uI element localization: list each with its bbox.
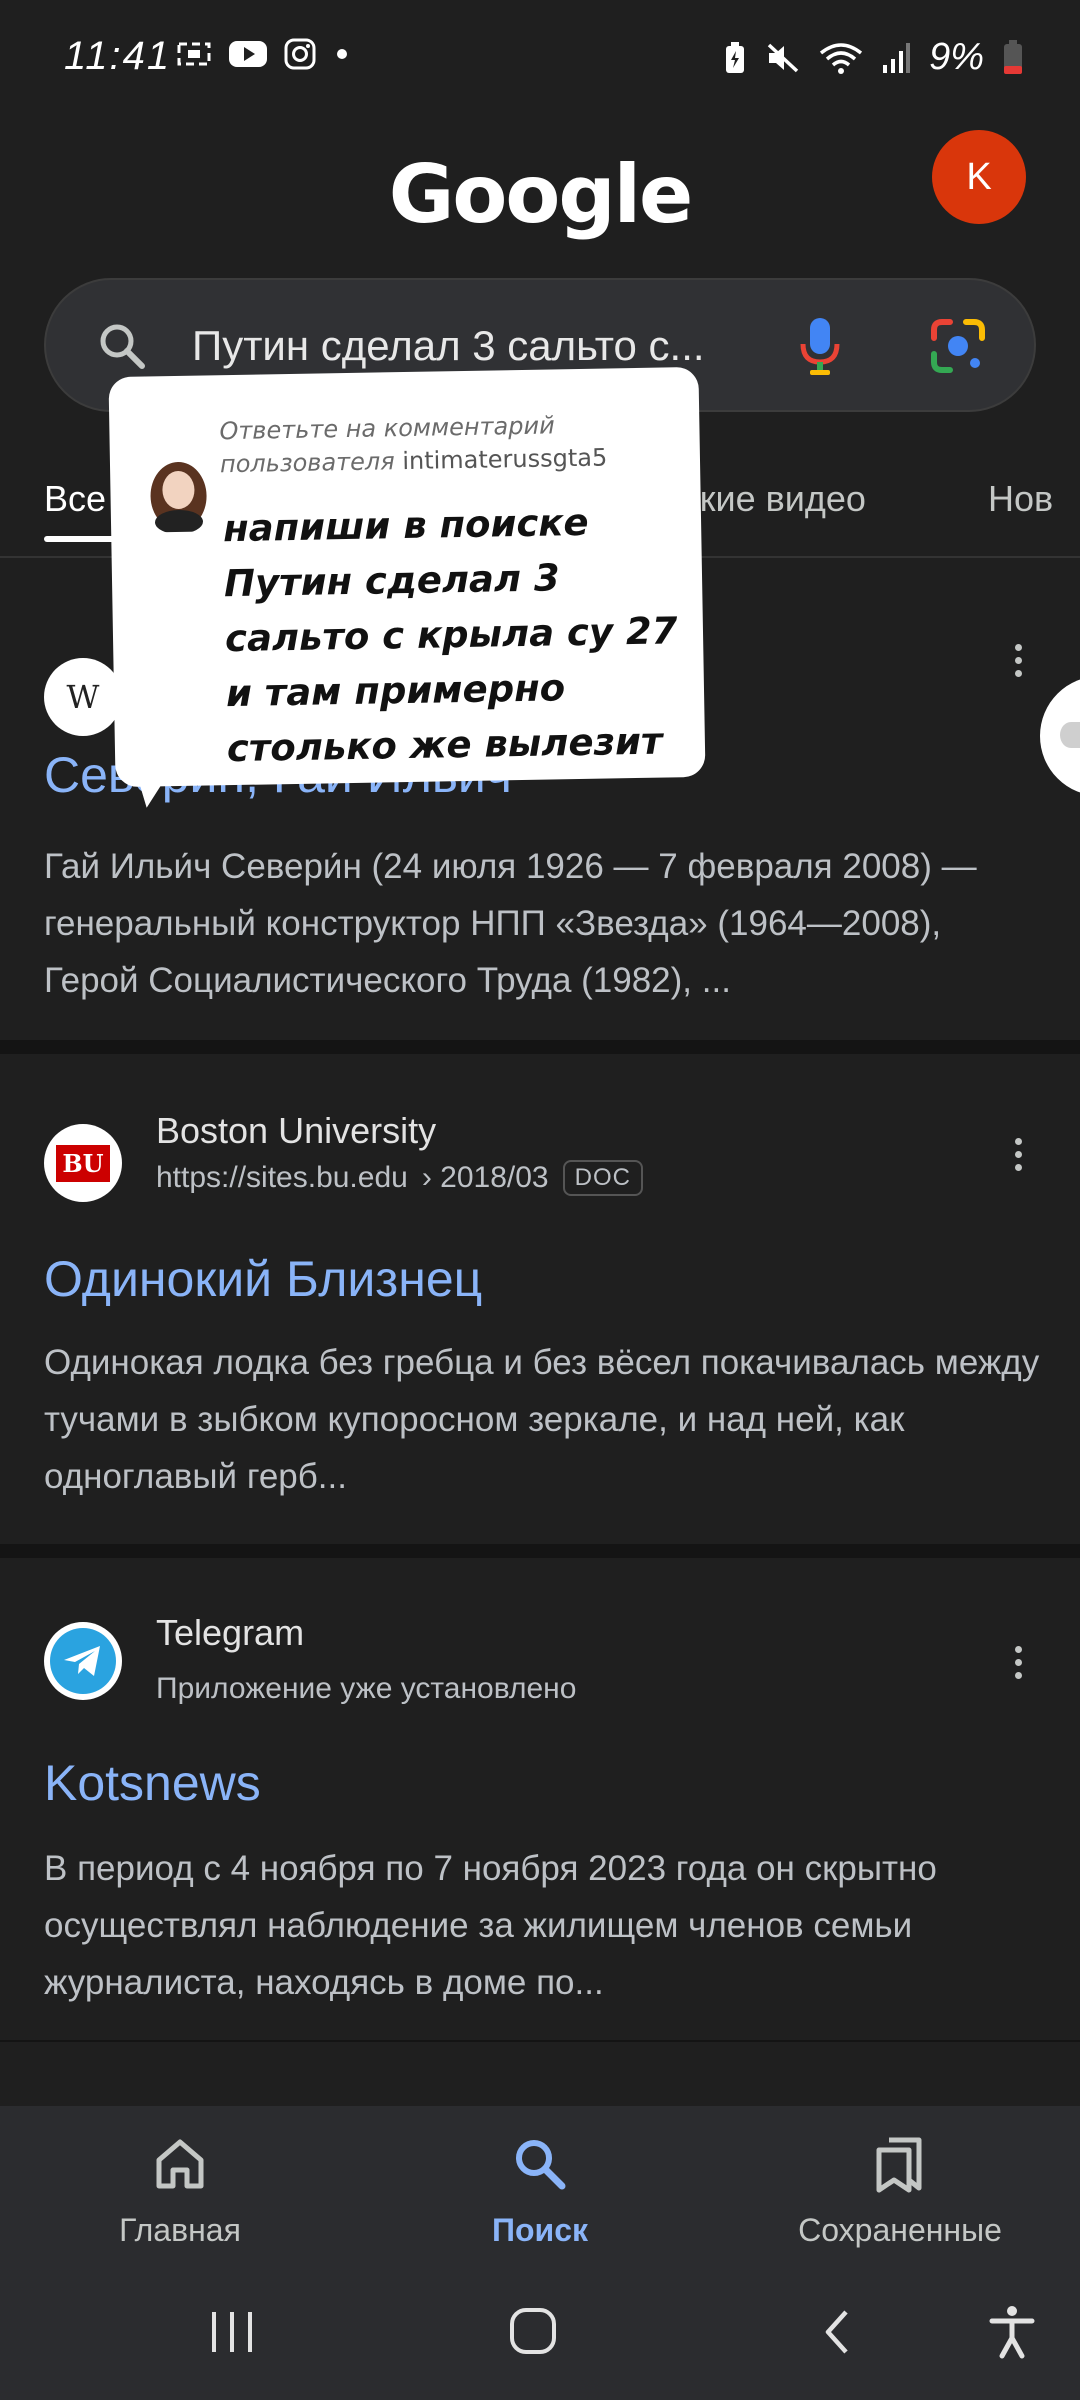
more-options-icon[interactable] (1006, 644, 1030, 677)
result-url: https://sites.bu.edu › 2018/03 DOC (156, 1160, 643, 1196)
tab-news[interactable]: Нов (988, 478, 1053, 520)
result-url-path: › 2018/03 (421, 1161, 549, 1194)
telegram-icon (44, 1622, 122, 1700)
comment-reply-overlay: Ответьте на комментарий пользователя int… (108, 366, 706, 788)
result-site-name[interactable]: Boston University (156, 1110, 436, 1152)
result-site-name[interactable]: Telegram (156, 1612, 304, 1654)
result-app-status: Приложение уже установлено (156, 1672, 577, 1705)
tab-all[interactable]: Все (44, 478, 106, 520)
wikipedia-logo-text: W (66, 678, 100, 716)
saved-icon (876, 2137, 922, 2193)
status-system-icons: 9% (723, 36, 1024, 79)
bu-logo-text: BU (56, 1144, 110, 1182)
result-snippet: В период с 4 ноября по 7 ноября 2023 год… (44, 1849, 937, 2002)
home-button-icon[interactable] (506, 2302, 562, 2362)
status-bar: 11:41 9% (0, 0, 1080, 120)
accessibility-icon[interactable] (984, 2302, 1040, 2362)
battery-percent: 9% (929, 36, 984, 78)
result-snippet: Гай Ильи́ч Севери́н (24 июля 1926 — 7 фе… (44, 847, 977, 1000)
search-result: Telegram Приложение уже установлено Kots… (0, 1558, 1080, 2038)
status-notification-icons (176, 38, 352, 70)
more-options-icon[interactable] (1006, 1138, 1030, 1171)
signal-icon (883, 42, 911, 73)
search-result: BU Boston University https://sites.bu.ed… (0, 1054, 1080, 1544)
google-logo: Google (388, 148, 694, 241)
system-navigation-bar (0, 2276, 1080, 2400)
recent-apps-icon[interactable] (204, 2302, 260, 2362)
search-query[interactable]: Путин сделал 3 сальто с... (192, 322, 705, 370)
more-options-icon[interactable] (1006, 1646, 1030, 1679)
result-separator (0, 2040, 1080, 2106)
nav-search[interactable]: Поиск (360, 2106, 720, 2276)
mute-icon (767, 43, 799, 72)
nav-saved[interactable]: Сохраненные (720, 2106, 1080, 2276)
nav-home[interactable]: Главная (0, 2106, 360, 2276)
wikipedia-icon: W (44, 658, 122, 736)
youtube-icon (229, 41, 267, 67)
screen-record-icon (177, 42, 211, 66)
result-url-domain: https://sites.bu.edu (156, 1161, 408, 1194)
nav-home-label: Главная (119, 2212, 241, 2248)
wifi-icon (819, 42, 863, 74)
result-title[interactable]: Одинокий Близнец (44, 1250, 482, 1308)
nav-saved-label: Сохраненные (798, 2212, 1002, 2248)
microphone-icon[interactable] (798, 316, 842, 378)
dot-icon (337, 49, 347, 59)
back-icon[interactable] (810, 2302, 866, 2362)
google-lens-icon[interactable] (930, 318, 986, 374)
result-separator (0, 1544, 1080, 1558)
account-avatar[interactable]: K (932, 130, 1026, 224)
result-separator (0, 1040, 1080, 1054)
home-icon (156, 2139, 204, 2189)
comment-text: напиши в поиске Путин сделал 3 сальто с … (222, 500, 678, 771)
nav-search-label: Поиск (491, 2212, 589, 2248)
search-icon (516, 2140, 566, 2190)
battery-icon (1004, 39, 1022, 74)
result-snippet: Одинокая лодка без гребца и без вёсел по… (44, 1343, 1040, 1496)
status-time: 11:41 (64, 34, 172, 78)
comment-reply-header: Ответьте на комментарий пользователя int… (219, 407, 680, 481)
search-icon (100, 324, 145, 369)
comment-username: intimaterussgta5 (402, 443, 608, 476)
commenter-avatar (150, 461, 207, 533)
result-title[interactable]: Kotsnews (44, 1754, 261, 1812)
instagram-icon (284, 38, 316, 70)
battery-saver-icon (726, 41, 745, 73)
boston-university-icon: BU (44, 1124, 122, 1202)
doc-badge: DOC (562, 1160, 643, 1196)
bottom-navigation: Главная Поиск Сохраненные (0, 2106, 1080, 2276)
